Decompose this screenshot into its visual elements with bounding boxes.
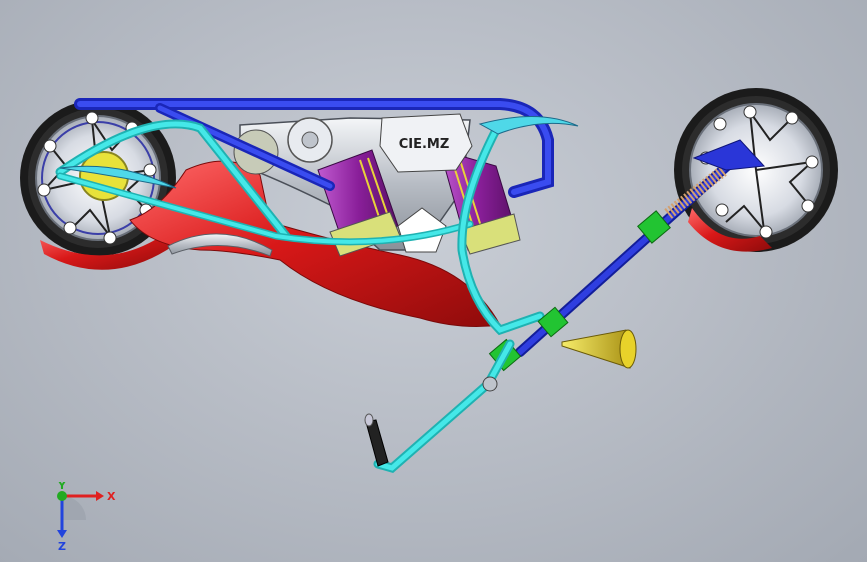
coordinate-triad: X Y Z [44,479,124,553]
cad-viewport[interactable]: CIE.MZ [0,0,867,562]
x-axis-label: X [107,490,116,503]
handlebar[interactable] [373,339,515,473]
engine-badge: CIE.MZ [399,137,450,152]
headlight[interactable] [561,329,637,369]
z-axis-label: Z [58,540,66,552]
handlebar-grip[interactable] [364,413,389,467]
y-axis-dot [57,491,67,501]
seat-horn [478,115,579,135]
front-wheel[interactable] [674,88,838,252]
y-axis-label: Y [57,482,67,492]
